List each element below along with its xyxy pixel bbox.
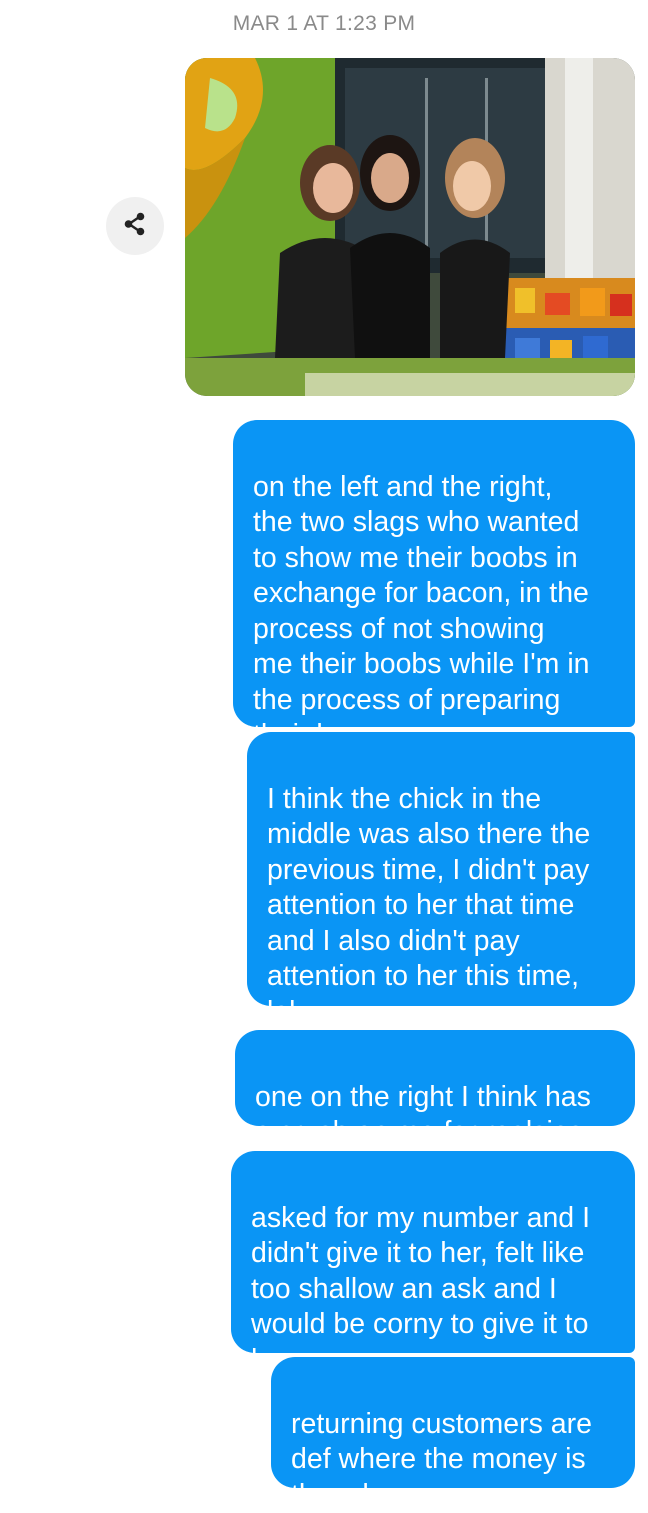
message-bubble[interactable]: on the left and the right, the two slags… bbox=[233, 420, 635, 751]
photo-image bbox=[185, 58, 635, 396]
message-text: returning customers are def where the mo… bbox=[291, 1407, 592, 1511]
message-text: asked for my number and I didn't give it… bbox=[251, 1201, 590, 1376]
conversation-timestamp: MAR 1 AT 1:23 PM bbox=[232, 12, 416, 35]
message-text: on the left and the right, the two slags… bbox=[253, 470, 590, 752]
message-text: I think the chick in the middle was also… bbox=[267, 782, 591, 1028]
message-text: one on the right I think has a crush on … bbox=[255, 1080, 591, 1149]
message-bubble[interactable]: asked for my number and I didn't give it… bbox=[231, 1151, 635, 1376]
message-bubble[interactable]: returning customers are def where the mo… bbox=[271, 1357, 635, 1511]
message-bubble[interactable]: I think the chick in the middle was also… bbox=[247, 732, 635, 1028]
share-icon bbox=[122, 211, 148, 242]
photo-attachment[interactable] bbox=[185, 58, 635, 396]
share-button[interactable] bbox=[106, 197, 164, 255]
message-bubble[interactable]: one on the right I think has a crush on … bbox=[235, 1030, 635, 1148]
